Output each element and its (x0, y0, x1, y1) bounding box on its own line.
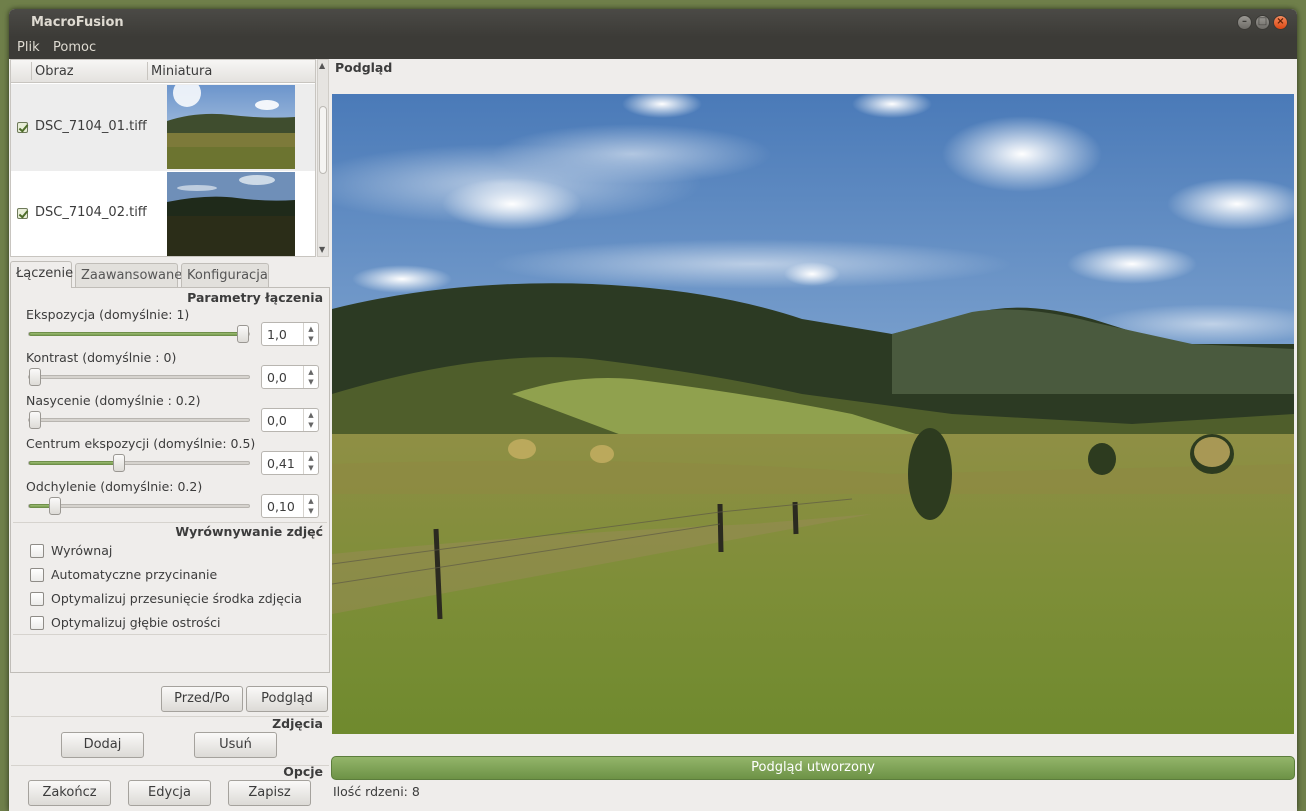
window-title: MacroFusion (31, 15, 124, 30)
include-checkbox[interactable] (17, 208, 28, 219)
optimize-dof-checkbox[interactable] (30, 616, 44, 630)
param-label: Centrum ekspozycji (domyślnie: 0.5) (26, 436, 256, 451)
menu-bar: Plik Pomoc (9, 37, 1297, 59)
param-label: Nasycenie (domyślnie : 0.2) (26, 393, 201, 408)
minimize-icon[interactable]: – (1237, 15, 1252, 30)
spin-value: 0,41 (267, 456, 295, 471)
slider-handle[interactable] (237, 325, 249, 343)
preview-button[interactable]: Podgląd (246, 686, 328, 712)
image-list[interactable]: Obraz Miniatura DSC_7104_01.tiff DSC_710… (10, 59, 316, 257)
checkbox-label[interactable]: Optymalizuj głębie ostrości (51, 615, 220, 630)
photos-section-heading: Zdjęcia (272, 716, 323, 731)
spin-value: 0,10 (267, 499, 295, 514)
tab-configuration[interactable]: Konfiguracja (181, 263, 269, 287)
slider-fill (29, 461, 119, 465)
save-button[interactable]: Zapisz (228, 780, 311, 806)
list-header: Obraz Miniatura (11, 60, 315, 83)
saturation-spinbox[interactable]: 0,0 ▲ ▼ (261, 408, 319, 432)
include-checkbox[interactable] (17, 122, 28, 133)
deviation-slider[interactable] (28, 497, 250, 515)
settings-tabs: Łączenie Zaawansowane Konfiguracja (10, 261, 330, 288)
section-divider (11, 765, 329, 766)
column-header-image[interactable]: Obraz (35, 64, 74, 79)
group-divider (13, 522, 327, 523)
tab-advanced[interactable]: Zaawansowane (75, 263, 182, 287)
tab-fusion[interactable]: Łączenie (10, 261, 73, 288)
exposure-slider[interactable] (28, 325, 250, 343)
options-section-heading: Opcje (283, 764, 323, 779)
menu-help[interactable]: Pomoc (53, 40, 96, 55)
exposure-center-spinbox[interactable]: 0,41 ▲ ▼ (261, 451, 319, 475)
edit-button[interactable]: Edycja (128, 780, 211, 806)
spin-arrows-icon[interactable]: ▲ ▼ (303, 495, 318, 517)
scroll-down-icon[interactable]: ▼ (319, 245, 325, 254)
exposure-spinbox[interactable]: 1,0 ▲ ▼ (261, 322, 319, 346)
slider-handle[interactable] (29, 411, 41, 429)
fusion-params-heading: Parametry łączenia (187, 290, 323, 305)
header-divider (147, 62, 148, 80)
before-after-button[interactable]: Przed/Po (161, 686, 243, 712)
exposure-center-slider[interactable] (28, 454, 250, 472)
param-label: Kontrast (domyślnie : 0) (26, 350, 177, 365)
slider-handle[interactable] (29, 368, 41, 386)
slider-handle[interactable] (113, 454, 125, 472)
thumbnail-image (167, 172, 295, 256)
remove-button[interactable]: Usuń (194, 732, 277, 758)
spin-arrows-icon[interactable]: ▲ ▼ (303, 323, 318, 345)
quit-button[interactable]: Zakończ (28, 780, 111, 806)
align-checkbox[interactable] (30, 544, 44, 558)
menu-file[interactable]: Plik (17, 40, 40, 55)
scroll-up-icon[interactable]: ▲ (319, 61, 325, 70)
add-button[interactable]: Dodaj (61, 732, 144, 758)
checkbox-label[interactable]: Wyrównaj (51, 543, 112, 558)
param-label: Odchylenie (domyślnie: 0.2) (26, 479, 203, 494)
left-panel: Obraz Miniatura DSC_7104_01.tiff DSC_710… (9, 59, 331, 811)
status-text: Ilość rdzeni: 8 (333, 784, 420, 799)
spin-value: 0,0 (267, 413, 287, 428)
list-item[interactable]: DSC_7104_01.tiff (11, 84, 315, 171)
thumbnail-image (167, 85, 295, 169)
checkbox-label[interactable]: Optymalizuj przesunięcie środka zdjęcia (51, 591, 302, 606)
deviation-spinbox[interactable]: 0,10 ▲ ▼ (261, 494, 319, 518)
title-bar[interactable]: MacroFusion – □ × (9, 9, 1297, 37)
file-name: DSC_7104_02.tiff (35, 205, 147, 220)
file-name: DSC_7104_01.tiff (35, 119, 147, 134)
contrast-slider[interactable] (28, 368, 250, 386)
checkbox-label[interactable]: Automatyczne przycinanie (51, 567, 217, 582)
column-header-thumbnail[interactable]: Miniatura (151, 64, 212, 79)
optimize-center-checkbox[interactable] (30, 592, 44, 606)
progress-bar: Podgląd utworzony (331, 756, 1295, 780)
preview-panel: Podgląd Podgląd utworzony Ilość rdzeni: … (331, 59, 1297, 811)
scroll-thumb[interactable] (319, 106, 327, 174)
maximize-icon[interactable]: □ (1255, 15, 1270, 30)
saturation-slider[interactable] (28, 411, 250, 429)
list-scrollbar[interactable]: ▲ ▼ (317, 59, 329, 257)
autocrop-checkbox[interactable] (30, 568, 44, 582)
fusion-panel: Parametry łączenia Ekspozycja (domyślnie… (10, 287, 330, 673)
spin-arrows-icon[interactable]: ▲ ▼ (303, 366, 318, 388)
slider-fill (29, 332, 243, 336)
slider-handle[interactable] (49, 497, 61, 515)
preview-heading: Podgląd (335, 60, 393, 75)
spin-arrows-icon[interactable]: ▲ ▼ (303, 452, 318, 474)
param-label: Ekspozycja (domyślnie: 1) (26, 307, 190, 322)
spin-arrows-icon[interactable]: ▲ ▼ (303, 409, 318, 431)
group-divider (13, 634, 327, 635)
preview-image (332, 94, 1294, 734)
header-divider (31, 62, 32, 80)
contrast-spinbox[interactable]: 0,0 ▲ ▼ (261, 365, 319, 389)
spin-value: 1,0 (267, 327, 287, 342)
alignment-heading: Wyrównywanie zdjęć (175, 524, 323, 539)
list-item[interactable]: DSC_7104_02.tiff (11, 171, 315, 256)
close-icon[interactable]: × (1273, 15, 1288, 30)
spin-value: 0,0 (267, 370, 287, 385)
app-window: MacroFusion – □ × Plik Pomoc Obraz Minia… (9, 9, 1297, 811)
